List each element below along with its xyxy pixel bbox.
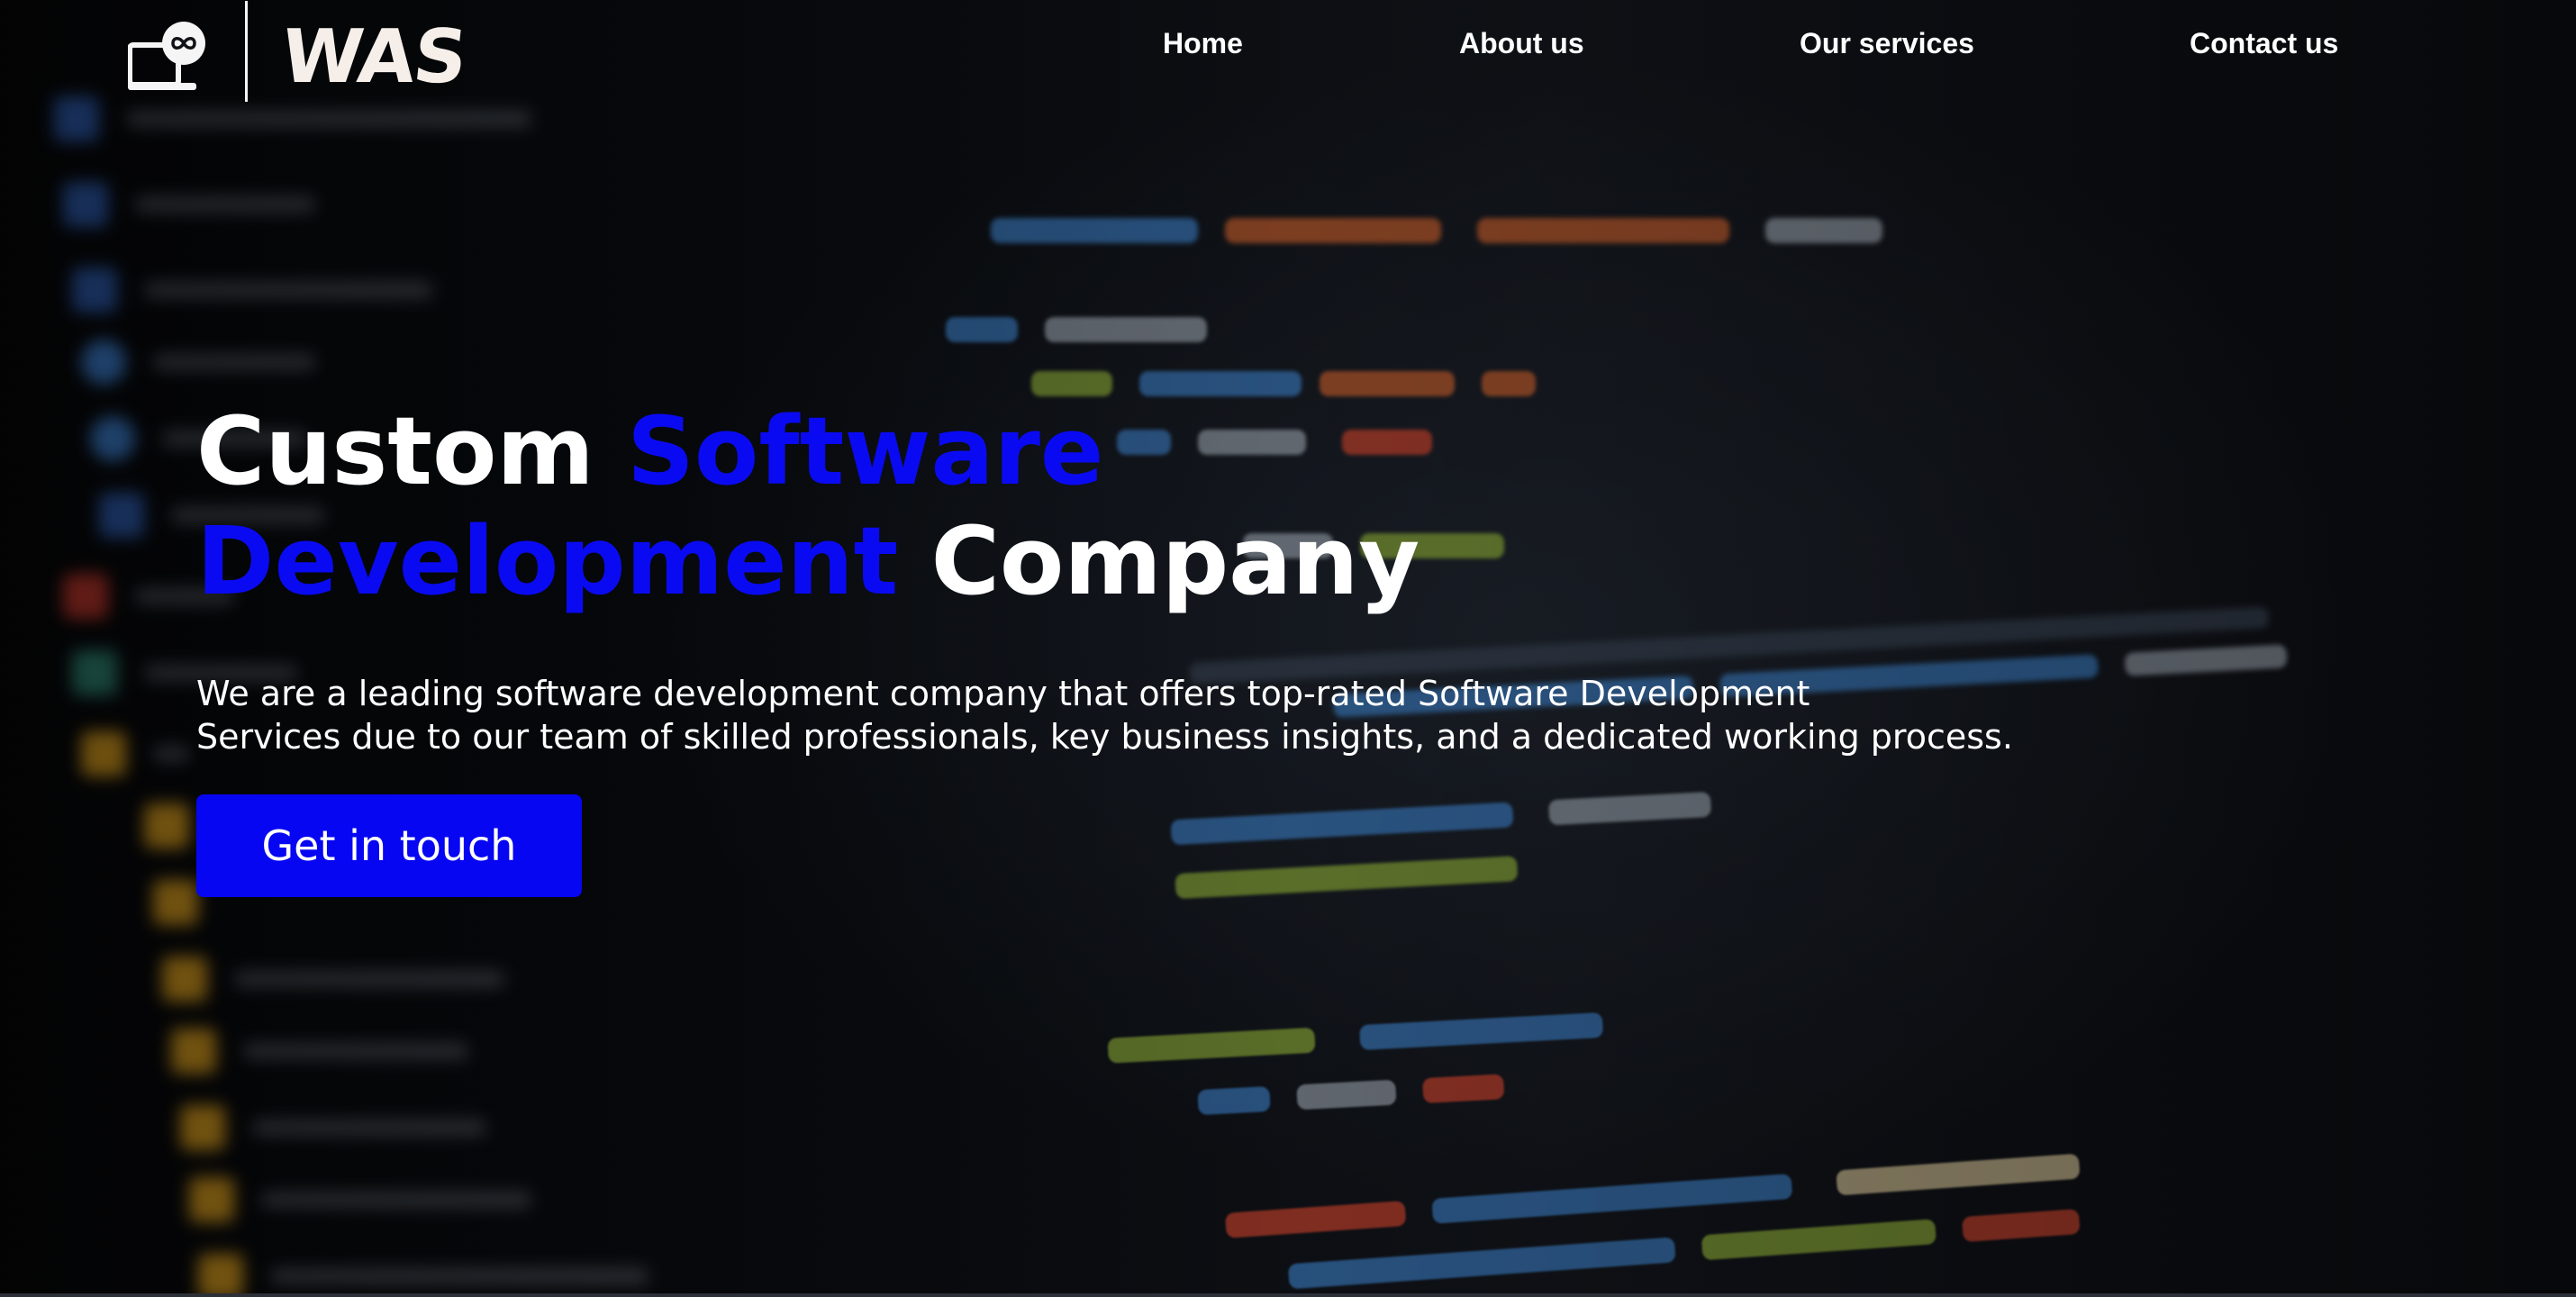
nav-item-about-us[interactable]: About us: [1459, 27, 1584, 60]
hero-description: We are a leading software development co…: [196, 672, 2013, 758]
hero-title-accent1: Software: [627, 396, 1104, 506]
hero-title-accent2: Development: [196, 506, 899, 616]
hero-description-line2: Services due to our team of skilled prof…: [196, 717, 2013, 757]
main-nav: Home About us Our services Contact us: [0, 27, 2576, 72]
site-header: WAS Home About us Our services Contact u…: [0, 0, 2576, 102]
hero-title-part2: Company: [898, 506, 1420, 616]
hero-title-part1: Custom: [196, 396, 628, 506]
nav-item-our-services[interactable]: Our services: [1800, 27, 1974, 60]
bottom-divider: [0, 1293, 2576, 1297]
nav-item-home[interactable]: Home: [1163, 27, 1243, 60]
hero-section: WAS Home About us Our services Contact u…: [0, 0, 2576, 1297]
get-in-touch-button[interactable]: Get in touch: [196, 794, 582, 897]
nav-item-contact-us[interactable]: Contact us: [2190, 27, 2338, 60]
hero-title: Custom Software Development Company: [196, 396, 2178, 616]
hero-description-line1: We are a leading software development co…: [196, 674, 1810, 713]
hero-content: Custom Software Development Company We ar…: [196, 396, 2178, 897]
